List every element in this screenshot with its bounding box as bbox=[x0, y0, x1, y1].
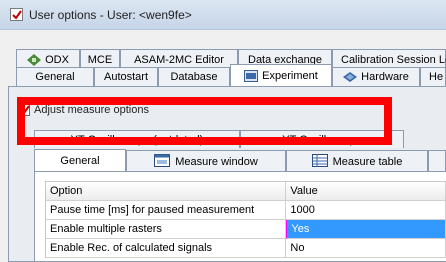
tab-calibration-session[interactable]: Calibration Session Lo bbox=[332, 49, 446, 69]
table-row[interactable]: Enable Rec. of calculated signals No bbox=[46, 239, 446, 258]
measure-window-icon bbox=[154, 153, 171, 170]
inner-tab-measure-window[interactable]: Measure window bbox=[126, 150, 286, 172]
tab-hardware[interactable]: Hardware bbox=[332, 67, 420, 86]
table-row[interactable]: Enable multiple rasters Yes bbox=[46, 220, 446, 239]
annotation-highlight-box bbox=[17, 97, 392, 145]
column-header-option[interactable]: Option bbox=[46, 182, 287, 201]
tab-autostart[interactable]: Autostart bbox=[94, 67, 158, 86]
tab-odx-label: ODX bbox=[45, 53, 69, 66]
tab-hardware-label: Hardware bbox=[361, 71, 409, 83]
column-header-value[interactable]: Value bbox=[286, 182, 446, 201]
tab-asam-editor[interactable]: ASAM-2MC Editor bbox=[120, 49, 238, 69]
experiment-icon bbox=[244, 69, 259, 82]
inner-tab-general-label: General bbox=[60, 154, 100, 167]
option-value-cell-selected[interactable]: Yes bbox=[286, 220, 446, 239]
tab-mce-label: MCE bbox=[87, 53, 113, 66]
inner-tab-measure-table-label: Measure table bbox=[332, 155, 403, 168]
window-title: User options - User: <wen9fe> bbox=[29, 8, 192, 22]
title-bar: User options - User: <wen9fe> bbox=[0, 0, 446, 30]
table-row[interactable]: Pause time [ms] for paused measurement 1… bbox=[46, 201, 446, 220]
tab-calibration-session-label: Calibration Session Lo bbox=[341, 53, 446, 66]
option-value-cell[interactable]: 1000 bbox=[286, 201, 446, 220]
tab-help[interactable]: He bbox=[420, 67, 446, 86]
tab-database[interactable]: Database bbox=[158, 67, 230, 86]
tab-odx[interactable]: ODX bbox=[16, 49, 80, 69]
hardware-icon bbox=[343, 71, 358, 83]
tab-asam-editor-label: ASAM-2MC Editor bbox=[134, 53, 224, 66]
user-options-window: User options - User: <wen9fe> ODX MCE AS… bbox=[0, 0, 446, 262]
inner-tab-measure-window-label: Measure window bbox=[175, 155, 258, 168]
table-header-row: Option Value bbox=[46, 182, 446, 201]
odx-icon bbox=[27, 53, 42, 66]
app-icon bbox=[10, 8, 23, 21]
option-value-cell[interactable]: No bbox=[286, 239, 446, 258]
tab-experiment-label: Experiment bbox=[262, 69, 318, 82]
inner-tab-general[interactable]: General bbox=[34, 149, 126, 171]
tab-mce[interactable]: MCE bbox=[80, 49, 120, 69]
tab-database-label: Database bbox=[170, 71, 218, 83]
inner-tab-more[interactable] bbox=[428, 150, 446, 172]
tab-autostart-label: Autostart bbox=[103, 71, 149, 83]
measure-table-icon bbox=[311, 153, 328, 170]
option-name-cell: Enable Rec. of calculated signals bbox=[46, 239, 287, 258]
option-name-cell: Pause time [ms] for paused measurement bbox=[46, 201, 287, 220]
tab-general-top-label: General bbox=[35, 71, 75, 83]
tab-help-label: He bbox=[429, 71, 444, 83]
inner-tab-measure-table[interactable]: Measure table bbox=[286, 150, 428, 172]
options-table: Option Value Pause time [ms] for paused … bbox=[45, 181, 446, 258]
option-name-cell: Enable multiple rasters bbox=[46, 220, 287, 239]
tab-experiment[interactable]: Experiment bbox=[230, 64, 332, 86]
tab-general-top[interactable]: General bbox=[16, 67, 94, 86]
